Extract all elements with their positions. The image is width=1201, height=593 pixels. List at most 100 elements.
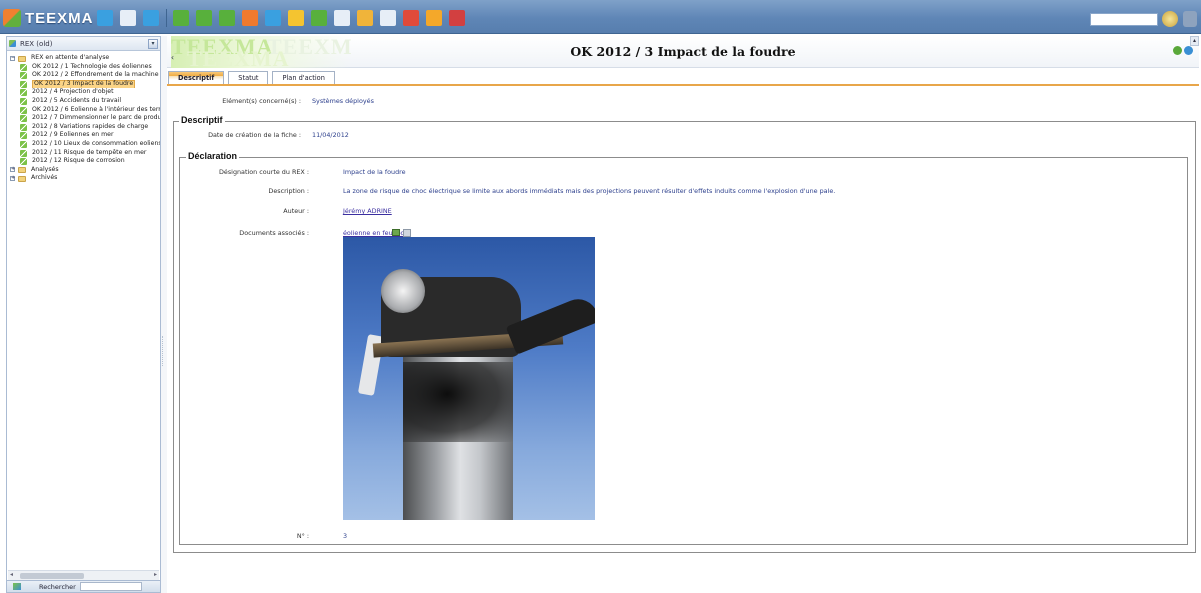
tree-item-label: OK 2012 / 2 Effondrement de la machine: [32, 71, 159, 79]
object-icon: [20, 149, 27, 157]
link-icon[interactable]: [1184, 46, 1193, 55]
folder-icon: [18, 55, 26, 62]
tree-item-label: 2012 / 11 Risque de tempête en mer: [32, 148, 147, 156]
app-logo[interactable]: TEEXMA: [3, 8, 94, 28]
designation-value: Impact de la foudre: [343, 168, 406, 176]
logout-icon[interactable]: [449, 9, 465, 26]
app-name: TEEXMA: [25, 9, 94, 27]
numero-label: N° :: [296, 532, 309, 540]
tree-item[interactable]: 2012 / 5 Accidents du travail: [7, 97, 160, 106]
expand-icon[interactable]: +: [10, 167, 15, 173]
tree-folder[interactable]: + Analysés: [7, 166, 160, 175]
object-icon: [20, 97, 27, 105]
object-icon: [20, 115, 27, 123]
scroll-right-icon[interactable]: ▸: [154, 571, 157, 578]
expand-icon[interactable]: +: [10, 175, 15, 181]
tree-item[interactable]: OK 2012 / 6 Eolienne à l'intérieur des t…: [7, 106, 160, 115]
documents-label: Documents associés :: [239, 229, 309, 237]
description-value: La zone de risque de choc électrique se …: [343, 187, 836, 195]
image-preview-icon[interactable]: [392, 229, 400, 236]
main-panel: TEEXMA TEEXMA TEEXMA ‹ OK 2012 / 3 Impac…: [167, 36, 1199, 593]
collapse-icon[interactable]: −: [10, 55, 15, 61]
teexma-logo-icon: [3, 9, 21, 27]
tree-item[interactable]: OK 2012 / 3 Impact de la foudre: [7, 80, 160, 89]
folder-icon: [18, 167, 26, 174]
tree-folder-label: Archivés: [31, 174, 58, 182]
object-icon: [20, 158, 27, 166]
auteur-link[interactable]: Jérémy ADRINE: [343, 207, 392, 215]
attached-photo[interactable]: [343, 237, 595, 520]
search-go-icon[interactable]: [1162, 11, 1178, 27]
date-creation-label: Date de création de la fiche :: [208, 131, 301, 139]
top-toolbar: TEEXMA: [0, 0, 1201, 34]
grid-view-icon[interactable]: [120, 9, 136, 26]
model-selector-value-wrap: REX (old): [9, 38, 148, 49]
tree-item[interactable]: 2012 / 11 Risque de tempête en mer: [7, 149, 160, 158]
tree-item-label: 2012 / 7 Dimmensionner le parc de produc…: [32, 114, 160, 122]
tree-item[interactable]: 2012 / 10 Lieux de consommation eoliens: [7, 140, 160, 149]
tree-view-icon[interactable]: [97, 9, 113, 26]
header-actions: [1171, 46, 1193, 55]
export-icon[interactable]: [380, 9, 396, 26]
object-icon: [20, 89, 27, 97]
tree-folder-label: REX en attente d'analyse: [31, 54, 110, 61]
tab-descriptif[interactable]: Descriptif: [168, 71, 225, 85]
back-icon[interactable]: [196, 9, 212, 26]
forward-icon[interactable]: [219, 9, 235, 26]
tree-folder[interactable]: − REX en attente d'analyse: [7, 54, 160, 63]
close-icon[interactable]: [403, 9, 419, 26]
designation-label: Désignation courte du REX :: [218, 168, 309, 176]
photo-burn-mark: [403, 362, 513, 442]
model-selector[interactable]: REX (old) ▾: [7, 37, 160, 51]
scrollbar-thumb[interactable]: [20, 573, 84, 579]
element-concerne-label: Elément(s) concerné(s) :: [222, 97, 301, 105]
tree-folder-label: Analysés: [31, 165, 59, 173]
refresh-icon[interactable]: [1173, 46, 1182, 55]
download-icon[interactable]: [403, 229, 411, 237]
tree-item-label: OK 2012 / 1 Technologie des éoliennes: [32, 62, 152, 70]
object-icon: [20, 106, 27, 114]
tree-item[interactable]: 2012 / 9 Eoliennes en mer: [7, 131, 160, 140]
chevron-down-icon[interactable]: ▾: [148, 38, 158, 49]
new-object-icon[interactable]: [173, 9, 189, 26]
tree-horizontal-scrollbar[interactable]: ◂ ▸: [8, 570, 159, 580]
tree-item[interactable]: 2012 / 7 Dimmensionner le parc de produc…: [7, 114, 160, 123]
scroll-left-icon[interactable]: ◂: [10, 571, 13, 578]
object-icon: [20, 123, 27, 131]
tree-folder[interactable]: + Archivés: [7, 174, 160, 183]
tab-plan-d-action[interactable]: Plan d'action: [272, 71, 335, 85]
hierarchy-icon[interactable]: [143, 9, 159, 26]
scroll-up-icon[interactable]: ▴: [1190, 36, 1199, 46]
tree-item-label: 2012 / 8 Variations rapides de charge: [32, 122, 149, 130]
object-icon: [20, 80, 27, 88]
declaration-section: [179, 157, 1188, 545]
filter-icon[interactable]: [265, 9, 281, 26]
search-label[interactable]: Rechercher: [39, 583, 76, 591]
tab-statut[interactable]: Statut: [228, 71, 269, 85]
tree-item[interactable]: OK 2012 / 1 Technologie des éoliennes: [7, 63, 160, 72]
tree-item[interactable]: 2012 / 4 Projection d'objet: [7, 88, 160, 97]
top-search-input[interactable]: [1090, 13, 1158, 26]
search-tree-icon[interactable]: [13, 583, 21, 590]
home-icon[interactable]: [242, 9, 258, 26]
tree-item-label: OK 2012 / 3 Impact de la foudre: [32, 80, 136, 89]
tab-content-descriptif: Elément(s) concerné(s) : Systèmes déploy…: [167, 86, 1199, 593]
tab-bar: Descriptif Statut Plan d'action: [168, 71, 339, 85]
favorite-icon[interactable]: [288, 9, 304, 26]
help-icon[interactable]: [426, 9, 442, 26]
object-tree: − REX en attente d'analyse OK 2012 / 1 Tec…: [7, 51, 160, 183]
tree-item[interactable]: 2012 / 12 Risque de corrosion: [7, 157, 160, 166]
date-creation-value: 11/04/2012: [312, 131, 349, 139]
numero-value: 3: [343, 532, 348, 540]
object-header: TEEXMA TEEXMA TEEXMA ‹ OK 2012 / 3 Impac…: [167, 36, 1199, 68]
tree-item[interactable]: OK 2012 / 2 Effondrement de la machine: [7, 71, 160, 80]
user-menu-icon[interactable]: [1183, 11, 1197, 27]
edit-icon[interactable]: [357, 9, 373, 26]
tree-item[interactable]: 2012 / 8 Variations rapides de charge: [7, 123, 160, 132]
photo-hub: [381, 269, 425, 313]
chart-icon[interactable]: [334, 9, 350, 26]
splitter-grip[interactable]: [162, 336, 165, 366]
tree-search-input[interactable]: [79, 582, 142, 591]
object-icon: [20, 132, 27, 140]
add-favorite-icon[interactable]: [311, 9, 327, 26]
